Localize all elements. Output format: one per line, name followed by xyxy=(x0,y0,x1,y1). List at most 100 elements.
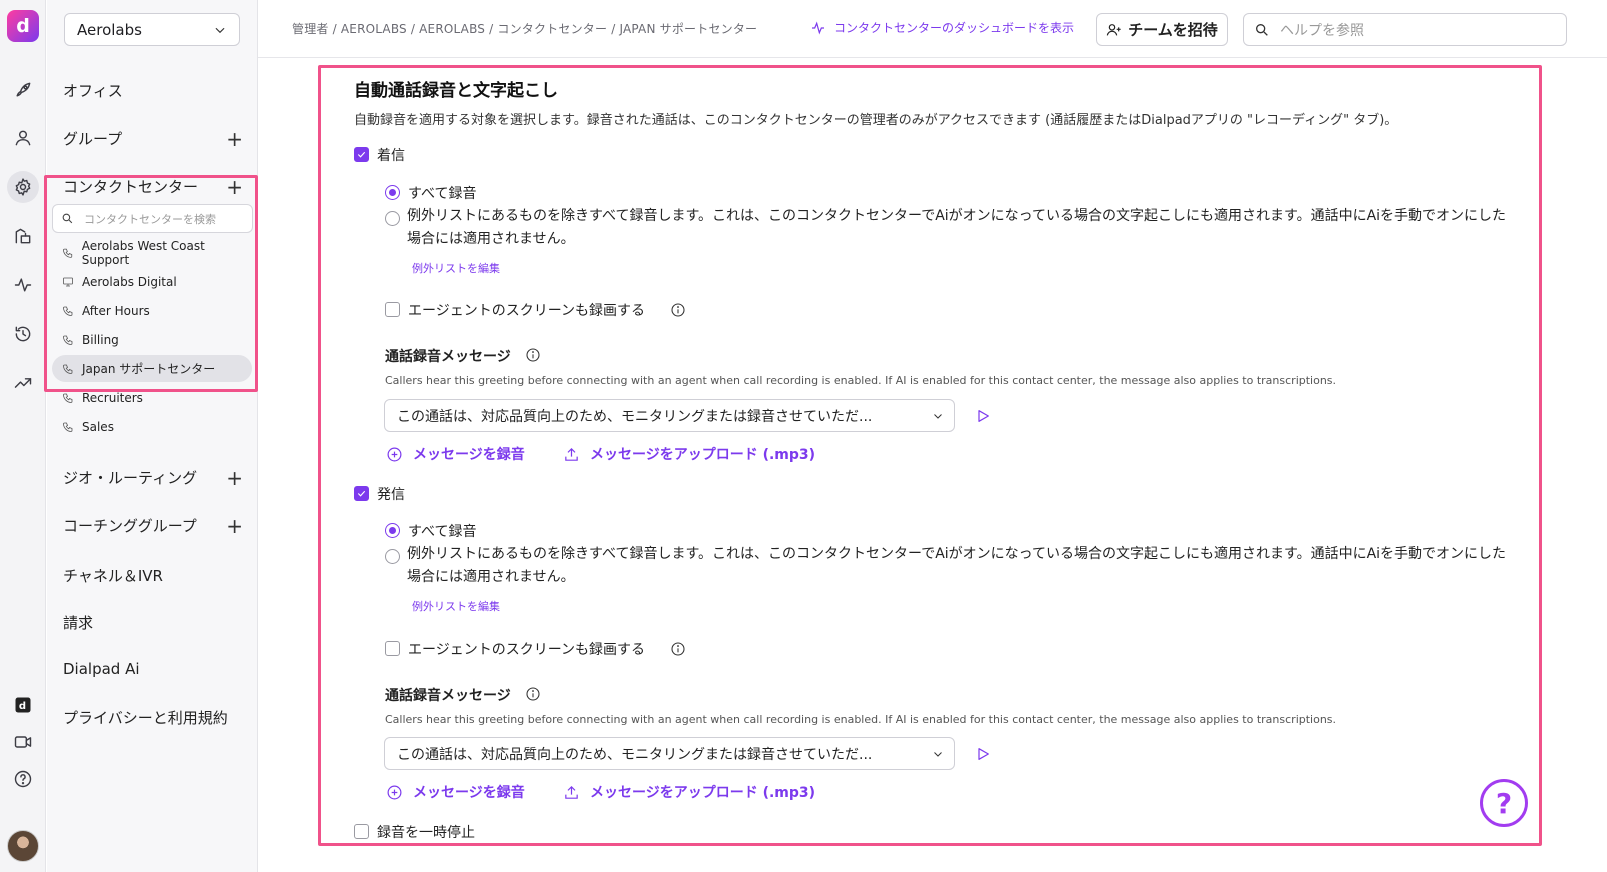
outbound-screen-record-checkbox[interactable] xyxy=(385,641,400,656)
outbound-upload-message-label: メッセージをアップロード (.mp3) xyxy=(590,785,816,801)
activity-icon[interactable] xyxy=(7,269,39,301)
nav-privacy-label: プライバシーと利用規約 xyxy=(63,709,228,727)
help-icon[interactable] xyxy=(7,763,39,795)
outbound-upload-message-button[interactable]: メッセージをアップロード (.mp3) xyxy=(563,782,815,802)
nav-dialpad-ai-label: Dialpad Ai xyxy=(63,660,140,678)
inbound-record-message-button[interactable]: メッセージを録音 xyxy=(386,444,525,464)
inbound-message-description: Callers hear this greeting before connec… xyxy=(385,374,1337,387)
dialpad-logo[interactable]: d xyxy=(7,10,39,42)
history-icon[interactable] xyxy=(7,318,39,350)
dialpad-app-icon[interactable]: d xyxy=(7,689,39,721)
add-geo-routing-icon[interactable]: + xyxy=(226,468,243,488)
section-title: 自動通話録音と文字起こし xyxy=(354,81,558,101)
inbound-upload-message-button[interactable]: メッセージをアップロード (.mp3) xyxy=(563,444,815,464)
nav-channels-ivr[interactable]: チャネル＆IVR xyxy=(63,565,243,586)
upload-icon xyxy=(565,785,578,799)
nav-dialpad-ai[interactable]: Dialpad Ai xyxy=(63,660,243,678)
nav-groups[interactable]: グループ + xyxy=(63,128,243,149)
play-icon[interactable] xyxy=(975,746,991,762)
cc-item-label: Recruiters xyxy=(82,390,143,405)
outbound-message-select[interactable]: この通話は、対応品質向上のため、モニタリングまたは録音させていただ... xyxy=(384,737,955,770)
inbound-screen-record-label: エージェントのスクリーンも録画する xyxy=(408,303,646,319)
cc-item-billing[interactable]: Billing xyxy=(52,326,252,353)
inbound-record-all-radio[interactable] xyxy=(385,185,400,200)
search-icon xyxy=(62,213,73,224)
user-icon[interactable] xyxy=(7,122,39,154)
trending-icon[interactable] xyxy=(7,367,39,399)
monitor-icon xyxy=(63,277,73,286)
outbound-message-title: 通話録音メッセージ xyxy=(385,688,511,704)
inbound-screen-record-checkbox[interactable] xyxy=(385,302,400,317)
help-search-input[interactable]: ヘルプを参照 xyxy=(1243,13,1567,46)
info-icon[interactable] xyxy=(670,302,686,318)
nav-channels-ivr-label: チャネル＆IVR xyxy=(63,567,163,585)
info-icon[interactable] xyxy=(670,641,686,657)
cc-item-after-hours[interactable]: After Hours xyxy=(52,297,252,324)
outbound-record-all-radio[interactable] xyxy=(385,523,400,538)
inbound-record-except-radio[interactable] xyxy=(385,211,400,226)
help-fab-button[interactable]: ? xyxy=(1480,779,1528,827)
pause-recording-checkbox[interactable] xyxy=(354,824,369,839)
nav-geo-routing[interactable]: ジオ・ルーティング + xyxy=(63,467,243,488)
phone-icon xyxy=(63,306,73,316)
dashboard-link[interactable]: コンタクトセンターのダッシュボードを表示 xyxy=(810,19,1074,36)
play-icon[interactable] xyxy=(975,408,991,424)
section-description: 自動録音を適用する対象を選択します。録音された通話は、このコンタクトセンターの管… xyxy=(354,113,1398,128)
chevron-down-icon xyxy=(215,27,225,33)
logo-letter: d xyxy=(16,15,30,37)
upload-icon xyxy=(565,447,578,461)
cc-item-west-coast[interactable]: Aerolabs West Coast Support xyxy=(52,238,252,267)
add-circle-icon xyxy=(387,785,402,799)
cc-item-label: After Hours xyxy=(82,303,150,318)
cc-item-digital[interactable]: Aerolabs Digital xyxy=(52,268,252,295)
inbound-edit-exceptions-link[interactable]: 例外リストを編集 xyxy=(412,260,500,276)
breadcrumb: 管理者 / AEROLABS / AEROLABS / コンタクトセンター / … xyxy=(292,22,758,36)
nav-office-label: オフィス xyxy=(63,82,123,100)
cc-item-label: Aerolabs Digital xyxy=(82,274,177,289)
contact-center-icon[interactable] xyxy=(7,220,39,252)
cc-item-recruiters[interactable]: Recruiters xyxy=(52,384,252,411)
inbound-message-value: この通話は、対応品質向上のため、モニタリングまたは録音させていただ... xyxy=(397,408,873,425)
nav-office[interactable]: オフィス xyxy=(63,80,243,101)
nav-coaching-groups-label: コーチンググループ xyxy=(63,517,197,535)
nav-coaching-groups[interactable]: コーチンググループ + xyxy=(63,515,243,536)
check-icon xyxy=(357,151,366,158)
search-icon xyxy=(1256,23,1268,36)
cc-item-label: Sales xyxy=(82,419,114,434)
add-group-icon[interactable]: + xyxy=(226,129,243,149)
outbound-record-message-label: メッセージを録音 xyxy=(413,785,525,801)
cc-item-label: Japan サポートセンター xyxy=(82,362,216,376)
cc-item-label: Aerolabs West Coast Support xyxy=(81,238,205,267)
outbound-record-message-button[interactable]: メッセージを録音 xyxy=(386,782,525,802)
video-icon[interactable] xyxy=(7,726,39,758)
add-coaching-group-icon[interactable]: + xyxy=(226,516,243,536)
app-root: d d Aerolabs オフィス グループ + コンタクトセンター + コンタ… xyxy=(0,0,1607,872)
inbound-message-title: 通話録音メッセージ xyxy=(385,349,511,365)
phone-icon xyxy=(63,393,73,403)
cc-item-japan[interactable]: Japan サポートセンター xyxy=(52,355,252,382)
outbound-checkbox[interactable] xyxy=(354,486,369,501)
gear-icon[interactable] xyxy=(7,171,39,203)
nav-billing[interactable]: 請求 xyxy=(63,612,243,633)
outbound-label: 発信 xyxy=(377,487,405,503)
contact-center-search[interactable]: コンタクトセンターを検索 xyxy=(52,204,253,233)
inbound-checkbox[interactable] xyxy=(354,147,369,162)
inbound-record-all-label: すべて録音 xyxy=(408,186,477,202)
info-icon[interactable] xyxy=(525,686,541,702)
nav-privacy[interactable]: プライバシーと利用規約 xyxy=(63,707,243,728)
chevron-down-icon xyxy=(934,413,942,419)
outbound-edit-exceptions-link[interactable]: 例外リストを編集 xyxy=(412,598,500,614)
avatar[interactable] xyxy=(7,830,39,862)
outbound-message-description: Callers hear this greeting before connec… xyxy=(385,713,1337,726)
cc-item-sales[interactable]: Sales xyxy=(52,413,252,440)
info-icon[interactable] xyxy=(525,347,541,363)
org-select[interactable]: Aerolabs xyxy=(64,13,240,46)
contact-center-search-placeholder: コンタクトセンターを検索 xyxy=(84,212,216,226)
inbound-message-select[interactable]: この通話は、対応品質向上のため、モニタリングまたは録音させていただ... xyxy=(384,399,955,432)
top-bar: 管理者 / AEROLABS / AEROLABS / コンタクトセンター / … xyxy=(258,0,1607,58)
invite-team-button[interactable]: チームを招待 xyxy=(1096,13,1228,46)
rocket-icon[interactable] xyxy=(7,74,39,106)
add-contact-center-icon[interactable]: + xyxy=(226,177,243,197)
nav-contact-center[interactable]: コンタクトセンター + xyxy=(63,176,243,197)
outbound-record-except-radio[interactable] xyxy=(385,549,400,564)
